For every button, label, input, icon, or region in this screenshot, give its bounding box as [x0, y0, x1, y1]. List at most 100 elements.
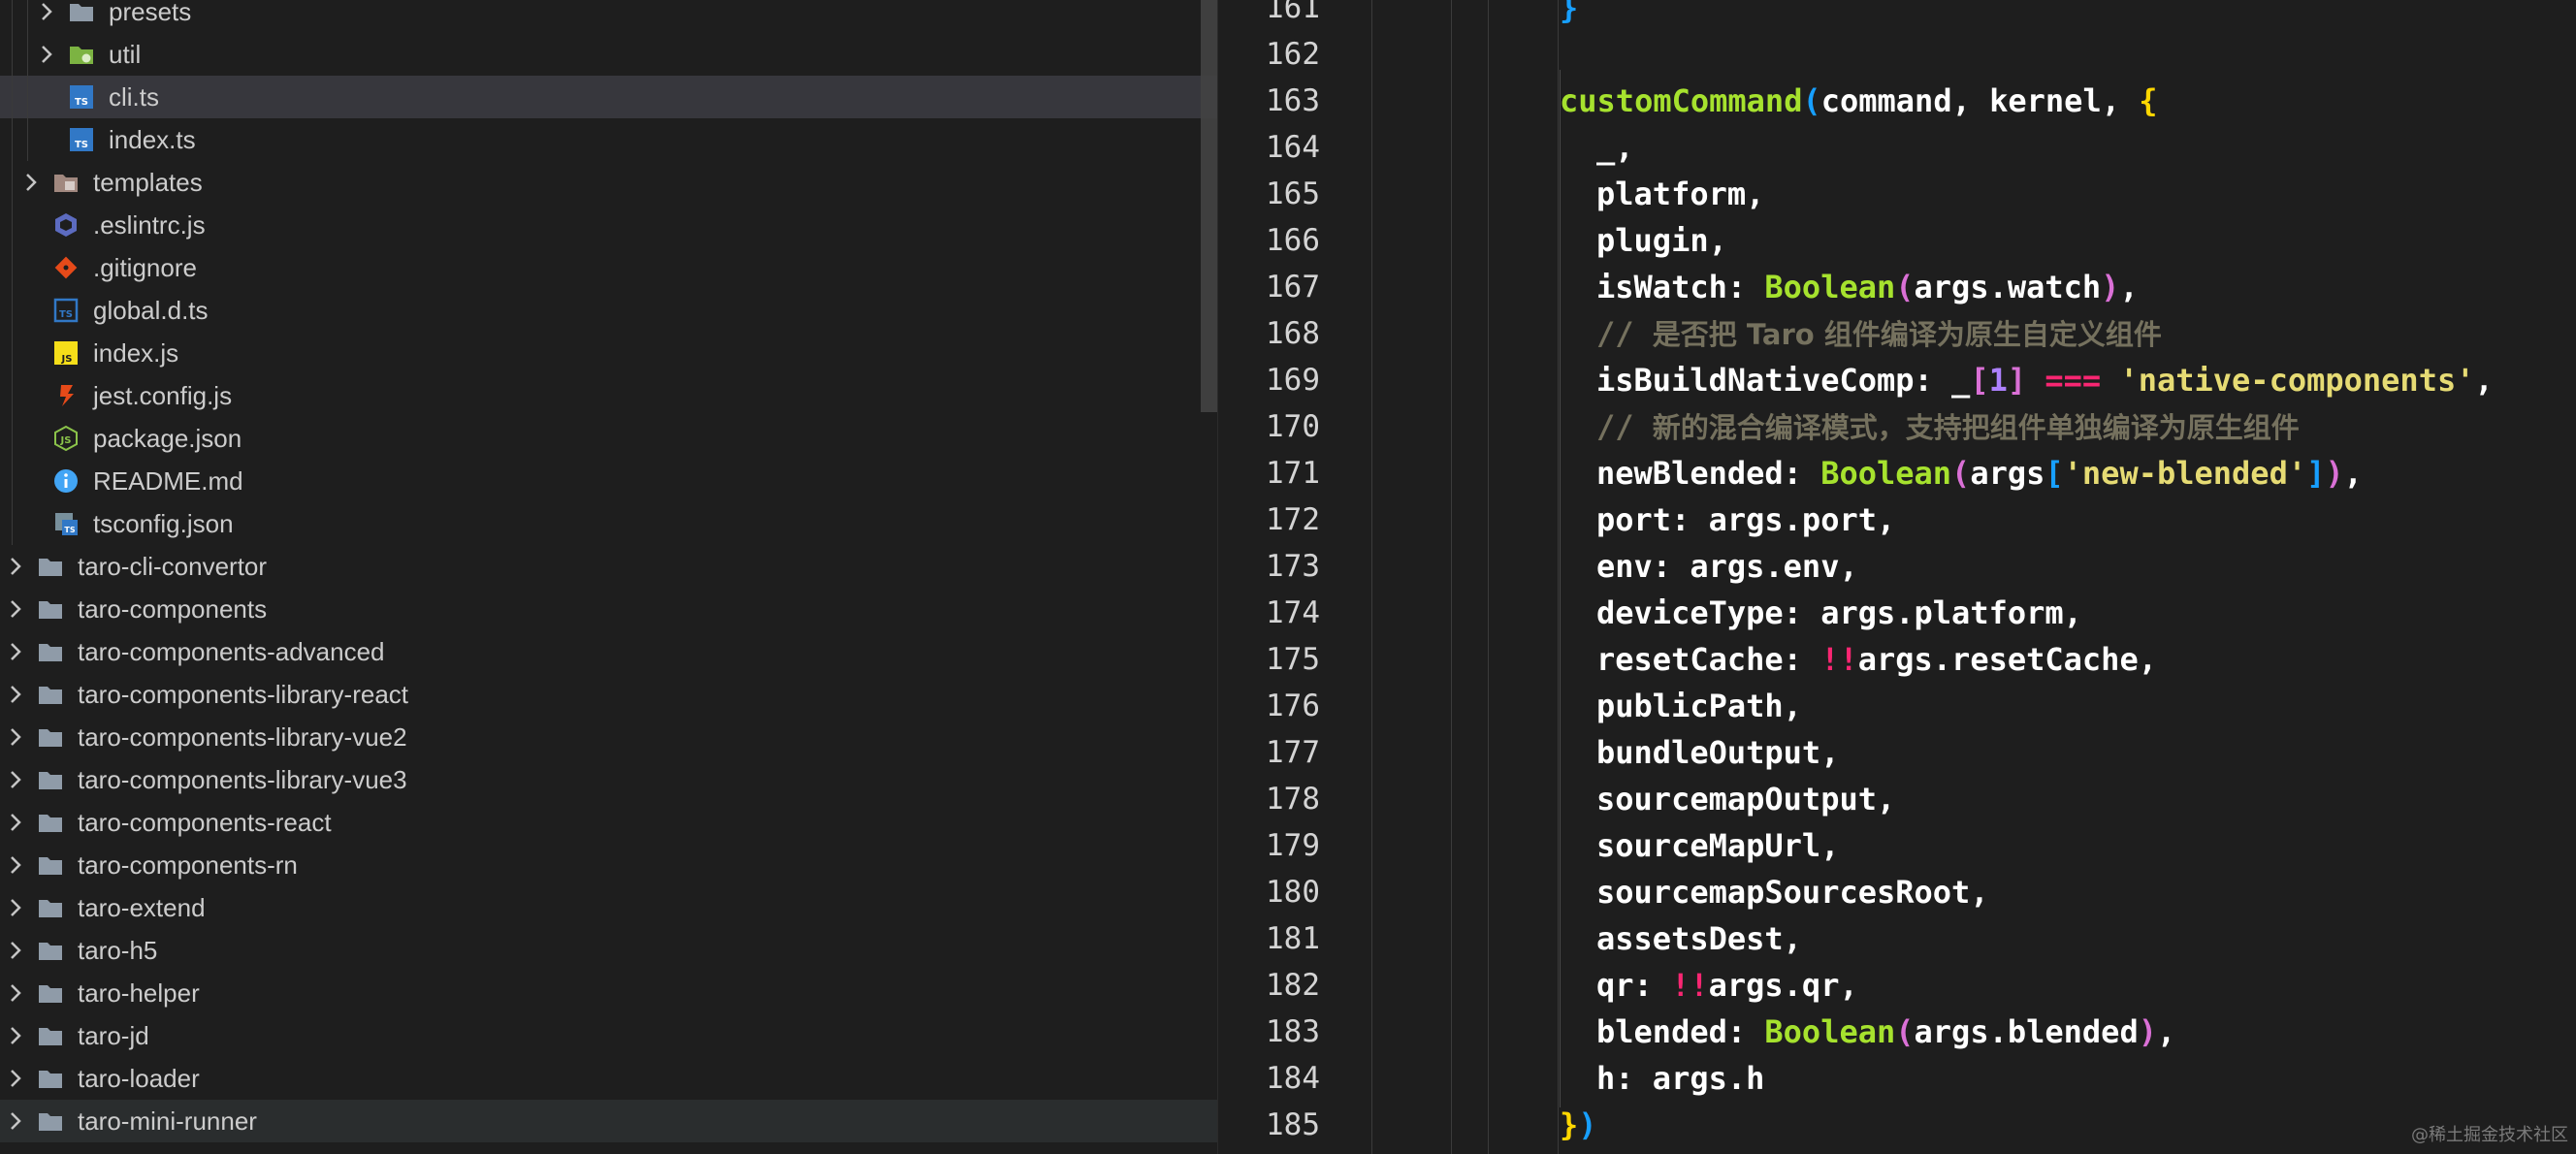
chevron-right-icon[interactable] [6, 1022, 25, 1049]
explorer-scrollbar[interactable] [1201, 0, 1217, 412]
tree-item-presets[interactable]: presets [0, 0, 1217, 33]
folder-icon [39, 900, 62, 917]
chevron-right-icon[interactable] [6, 1065, 25, 1092]
function-name: customCommand [1560, 82, 1803, 119]
watermark: @稀土掘金技术社区 [2411, 1125, 2568, 1145]
chevron-right-icon[interactable] [6, 937, 25, 964]
chevron-right-icon[interactable] [6, 638, 25, 665]
tree-item-label: cli.ts [109, 82, 159, 112]
tree-item-taro-helper[interactable]: taro-helper [0, 972, 1217, 1014]
tree-item-global-d-ts[interactable]: TS global.d.ts [0, 289, 1217, 332]
tree-item-label: tsconfig.json [93, 509, 234, 538]
operator: !! [1671, 967, 1709, 1004]
code-line-174: 174 deviceType: args.platform, [1218, 590, 2576, 636]
tree-item-taro-jd[interactable]: taro-jd [0, 1014, 1217, 1057]
function-name: Boolean [1820, 455, 1952, 492]
file-explorer: presets util TS cli.ts TS index.ts templ… [0, 0, 1217, 1154]
chevron-right-icon[interactable] [6, 766, 25, 793]
tree-item-taro-mini-runner[interactable]: taro-mini-runner [0, 1100, 1217, 1142]
tree-item-taro-components[interactable]: taro-components [0, 588, 1217, 630]
chevron-right-icon[interactable] [6, 851, 25, 879]
tree-item-taro-components-library-react[interactable]: taro-components-library-react [0, 673, 1217, 716]
line-number: 167 [1266, 270, 1320, 305]
property-key: isBuildNativeComp: _ [1596, 362, 1971, 399]
tree-item-taro-components-react[interactable]: taro-components-react [0, 801, 1217, 844]
chevron-right-icon[interactable] [6, 894, 25, 921]
chevron-right-icon[interactable] [6, 553, 25, 580]
line-number: 169 [1266, 363, 1320, 398]
identifier: args.qr, [1708, 967, 1858, 1004]
tree-item-label: taro-components [78, 594, 268, 624]
tree-item-index-js[interactable]: JS index.js [0, 332, 1217, 374]
chevron-right-icon[interactable] [6, 1107, 25, 1135]
comment: // 新的混合编译模式，支持把组件单独编译为原生组件 [1596, 403, 2300, 451]
chevron-right-icon[interactable] [6, 723, 25, 751]
tree-item-tsconfig[interactable]: TS tsconfig.json [0, 502, 1217, 545]
indent-guide [12, 246, 13, 289]
line-number: 171 [1266, 456, 1320, 491]
property-key: isWatch: [1596, 269, 1765, 305]
folder-icon [39, 943, 62, 960]
code-content: blended: Boolean(args.blended), [1596, 1009, 2175, 1055]
chevron-right-icon[interactable] [37, 0, 56, 25]
chevron-right-icon[interactable] [6, 595, 25, 623]
tree-item-jest-config[interactable]: jest.config.js [0, 374, 1217, 417]
line-number: 164 [1266, 130, 1320, 165]
tree-item-taro-components-rn[interactable]: taro-components-rn [0, 844, 1217, 886]
indent-guide [27, 118, 28, 161]
indent-guide [12, 332, 13, 374]
chevron-right-icon[interactable] [6, 681, 25, 708]
paren: ( [1895, 1013, 1915, 1050]
code-editor[interactable]: 161 } 162 163 customCommand(command, ker… [1218, 0, 2576, 1154]
tree-item-templates[interactable]: templates [0, 161, 1217, 204]
line-number: 165 [1266, 176, 1320, 211]
tree-item-taro-h5[interactable]: taro-h5 [0, 929, 1217, 972]
chevron-right-icon[interactable] [6, 979, 25, 1007]
chevron-right-icon[interactable] [6, 809, 25, 836]
folder-icon [39, 815, 62, 832]
folder-icon [39, 772, 62, 789]
tree-item-label: index.ts [109, 125, 196, 154]
tree-item-index-ts[interactable]: TS index.ts [0, 118, 1217, 161]
folder-icon [70, 4, 93, 21]
code-content: qr: !!args.qr, [1596, 962, 1858, 1009]
chevron-right-icon[interactable] [21, 169, 41, 196]
tree-item-taro-components-library-vue3[interactable]: taro-components-library-vue3 [0, 758, 1217, 801]
line-number: 185 [1266, 1107, 1320, 1142]
identifier: args [1970, 455, 2045, 492]
tree-item-taro-components-advanced[interactable]: taro-components-advanced [0, 630, 1217, 673]
tree-item-util[interactable]: util [0, 33, 1217, 76]
code-line-185: 185 }) [1218, 1102, 2576, 1148]
tree-item-gitignore[interactable]: .gitignore [0, 246, 1217, 289]
eslint-icon [55, 213, 77, 237]
tree-item-label: .eslintrc.js [93, 210, 206, 240]
code-content: _, [1596, 129, 1634, 166]
tree-item-taro-loader[interactable]: taro-loader [0, 1057, 1217, 1100]
chevron-right-icon[interactable] [37, 41, 56, 68]
code-line-182: 182 qr: !!args.qr, [1218, 962, 2576, 1009]
code-line-184: 184 h: args.h [1218, 1055, 2576, 1102]
info-icon [54, 469, 78, 493]
tree-item-package-json[interactable]: JS package.json [0, 417, 1217, 460]
line-number: 161 [1266, 0, 1320, 25]
tree-item-label: taro-components-library-vue2 [78, 722, 407, 752]
tree-item-label: taro-extend [78, 893, 206, 922]
identifier: args.watch [1914, 269, 2102, 305]
tree-item-taro-cli-convertor[interactable]: taro-cli-convertor [0, 545, 1217, 588]
tree-item-readme[interactable]: README.md [0, 460, 1217, 502]
code-line-164: 164 _, [1218, 124, 2576, 171]
tree-item-eslintrc[interactable]: .eslintrc.js [0, 204, 1217, 246]
tree-item-cli-ts[interactable]: TS cli.ts [0, 76, 1217, 118]
line-number: 170 [1266, 409, 1320, 444]
indent-guide [12, 417, 13, 460]
code-line-175: 175 resetCache: !!args.resetCache, [1218, 636, 2576, 683]
code-line-173: 173 env: args.env, [1218, 543, 2576, 590]
tree-item-label: global.d.ts [93, 296, 209, 325]
svg-text:TS: TS [75, 140, 88, 150]
javascript-icon: JS [54, 341, 78, 365]
tree-item-taro-components-library-vue2[interactable]: taro-components-library-vue2 [0, 716, 1217, 758]
tree-item-taro-extend[interactable]: taro-extend [0, 886, 1217, 929]
tree-item-label: templates [93, 168, 203, 197]
indent-guide [12, 289, 13, 332]
line-number: 174 [1266, 595, 1320, 630]
